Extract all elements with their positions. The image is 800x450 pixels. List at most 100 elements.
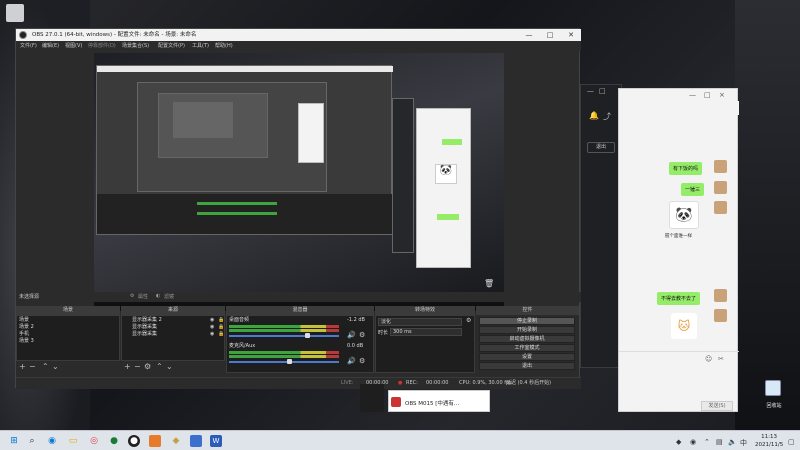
filter-icon[interactable]: ◐ [156, 293, 160, 299]
source-item[interactable]: 显示器采集 [132, 331, 157, 338]
stop-recording-button[interactable]: 停止录制 [479, 317, 575, 325]
minimize-icon[interactable]: — [587, 87, 594, 95]
volume-slider-knob[interactable] [304, 333, 310, 338]
chevron-up-icon[interactable]: ⌃ [704, 438, 710, 446]
close-icon[interactable]: × [719, 91, 725, 99]
gear-icon[interactable]: ⚙ [466, 317, 471, 324]
eye-icon[interactable]: ◉ [210, 331, 214, 337]
clock[interactable]: 11:13 2021/11/5 [755, 433, 783, 449]
nested-bubble [437, 214, 459, 220]
menu-help[interactable]: 帮助(H) [215, 42, 233, 49]
preview-canvas[interactable]: 🐼 🗑 [94, 53, 504, 311]
volume-icon[interactable]: 🔈 [728, 438, 737, 446]
app-icon[interactable] [190, 435, 202, 447]
source-item[interactable]: 显示器采集 2 [132, 317, 162, 324]
obs-taskbar-icon[interactable]: ● [128, 435, 140, 447]
live-label: LIVE: [341, 380, 354, 386]
word-icon[interactable]: W [210, 435, 222, 447]
add-scene-icon[interactable]: + [19, 362, 26, 372]
scene-item[interactable]: 手机 [19, 331, 29, 338]
desktop-shortcut-icon[interactable] [6, 4, 24, 22]
properties-button[interactable]: 属性 [138, 293, 148, 300]
mixer-channel-name: 麦克风/Aux [229, 343, 256, 349]
network-icon[interactable]: ▤ [716, 438, 723, 446]
move-down-icon[interactable]: ⌄ [166, 362, 173, 372]
gear-icon[interactable]: ⚙ [359, 331, 365, 339]
virtual-camera-button[interactable]: 启动虚拟摄像机 [479, 335, 575, 343]
maximize-icon[interactable]: □ [599, 87, 606, 95]
move-up-icon[interactable]: ⌃ [42, 362, 49, 372]
menu-view[interactable]: 视图(V) [65, 42, 82, 49]
gear-icon[interactable]: ⚙ [130, 293, 134, 299]
smile-icon[interactable]: ☺ [705, 355, 712, 363]
lock-icon[interactable]: 🔒 [218, 324, 224, 330]
delay-status: 延迟 (0.4 秒后开始) [506, 380, 552, 386]
tray-app-icon[interactable]: ◆ [676, 438, 681, 446]
settings-button[interactable]: 设置 [479, 353, 575, 361]
menu-profile[interactable]: 配置文件(P) [158, 42, 185, 49]
lock-icon[interactable]: 🔒 [218, 317, 224, 323]
nested-docks [97, 194, 393, 234]
menu-tools[interactable]: 工具(T) [192, 42, 209, 49]
scene-item[interactable]: 场景 3 [19, 338, 34, 345]
remove-scene-icon[interactable]: − [29, 362, 36, 372]
bell-icon[interactable]: 🔔 [589, 111, 599, 120]
transition-select[interactable]: 淡化 [378, 318, 462, 326]
start-recording-button[interactable]: 开始录制 [479, 326, 575, 334]
minimize-icon[interactable]: — [519, 29, 539, 41]
send-button[interactable]: 发送(S) [701, 401, 733, 411]
recycle-bin-icon[interactable] [765, 380, 781, 396]
exit-button[interactable]: 退出 [479, 362, 575, 370]
filters-button[interactable]: 滤镜 [164, 293, 174, 300]
volume-slider[interactable] [229, 335, 339, 337]
share-icon[interactable]: ⤴ [603, 111, 611, 122]
duration-input[interactable]: 300 ms [390, 328, 462, 336]
volume-slider[interactable] [229, 361, 339, 363]
source-settings-icon[interactable]: ⚙ [144, 362, 151, 372]
file-explorer-icon[interactable]: ▭ [67, 435, 79, 447]
rec-label: REC: [406, 380, 418, 386]
eye-icon[interactable]: ◉ [210, 324, 214, 330]
notification-center-icon[interactable]: ▢ [788, 438, 795, 446]
duration-label: 时长 [378, 330, 389, 336]
eye-icon[interactable]: ◉ [210, 317, 214, 323]
menu-edit[interactable]: 编辑(E) [42, 42, 59, 49]
chrome-icon[interactable]: ◎ [88, 435, 100, 447]
window-titlebar: OBS 27.0.1 (64-bit, windows) - 配置文件: 未命名… [16, 29, 581, 41]
speaker-icon[interactable]: 🔊 [347, 331, 356, 339]
move-up-icon[interactable]: ⌃ [156, 362, 163, 372]
lock-icon[interactable]: 🔒 [218, 331, 224, 337]
studio-mode-button[interactable]: 工作室模式 [479, 344, 575, 352]
volume-slider-knob[interactable] [286, 359, 292, 364]
gear-icon[interactable]: ⚙ [359, 357, 365, 365]
start-icon[interactable]: ⊞ [8, 435, 20, 447]
tray-app-icon[interactable]: ◉ [690, 438, 696, 446]
obs-logo-icon [19, 31, 27, 39]
menu-scene-collection[interactable]: 场景集合(S) [122, 42, 149, 49]
app-icon[interactable]: ◆ [170, 435, 182, 447]
avatar [714, 181, 727, 194]
add-source-icon[interactable]: + [124, 362, 131, 372]
scene-item[interactable]: 场景 2 [19, 324, 34, 331]
logout-button[interactable]: 退出 [587, 142, 615, 153]
speaker-icon[interactable]: 🔊 [347, 357, 356, 365]
app-icon[interactable]: ● [108, 435, 120, 447]
edge-icon[interactable]: ◉ [46, 435, 58, 447]
maximize-icon[interactable]: □ [540, 29, 560, 41]
minimize-icon[interactable]: — [689, 91, 696, 99]
menu-file[interactable]: 文件(F) [20, 42, 37, 49]
scene-item[interactable]: 场景 [19, 317, 29, 324]
source-toolbar: 未选择源 ⚙ 属性 ◐ 滤镜 [16, 292, 581, 302]
ime-icon[interactable]: 中 [740, 438, 747, 448]
maximize-icon[interactable]: □ [704, 91, 711, 99]
app-icon[interactable] [149, 435, 161, 447]
source-item[interactable]: 显示器采集 [132, 324, 157, 331]
notification-card[interactable]: OBS M015 [中遇有... [388, 390, 490, 412]
remove-source-icon[interactable]: − [134, 362, 141, 372]
scissors-icon[interactable]: ✂ [718, 355, 724, 363]
close-icon[interactable]: ✕ [561, 29, 581, 41]
nested-chat-window: 🐼 [416, 108, 471, 268]
move-down-icon[interactable]: ⌄ [52, 362, 59, 372]
search-icon[interactable]: ⌕ [26, 435, 38, 447]
menu-docks[interactable]: 停靠部件(D) [88, 42, 116, 49]
